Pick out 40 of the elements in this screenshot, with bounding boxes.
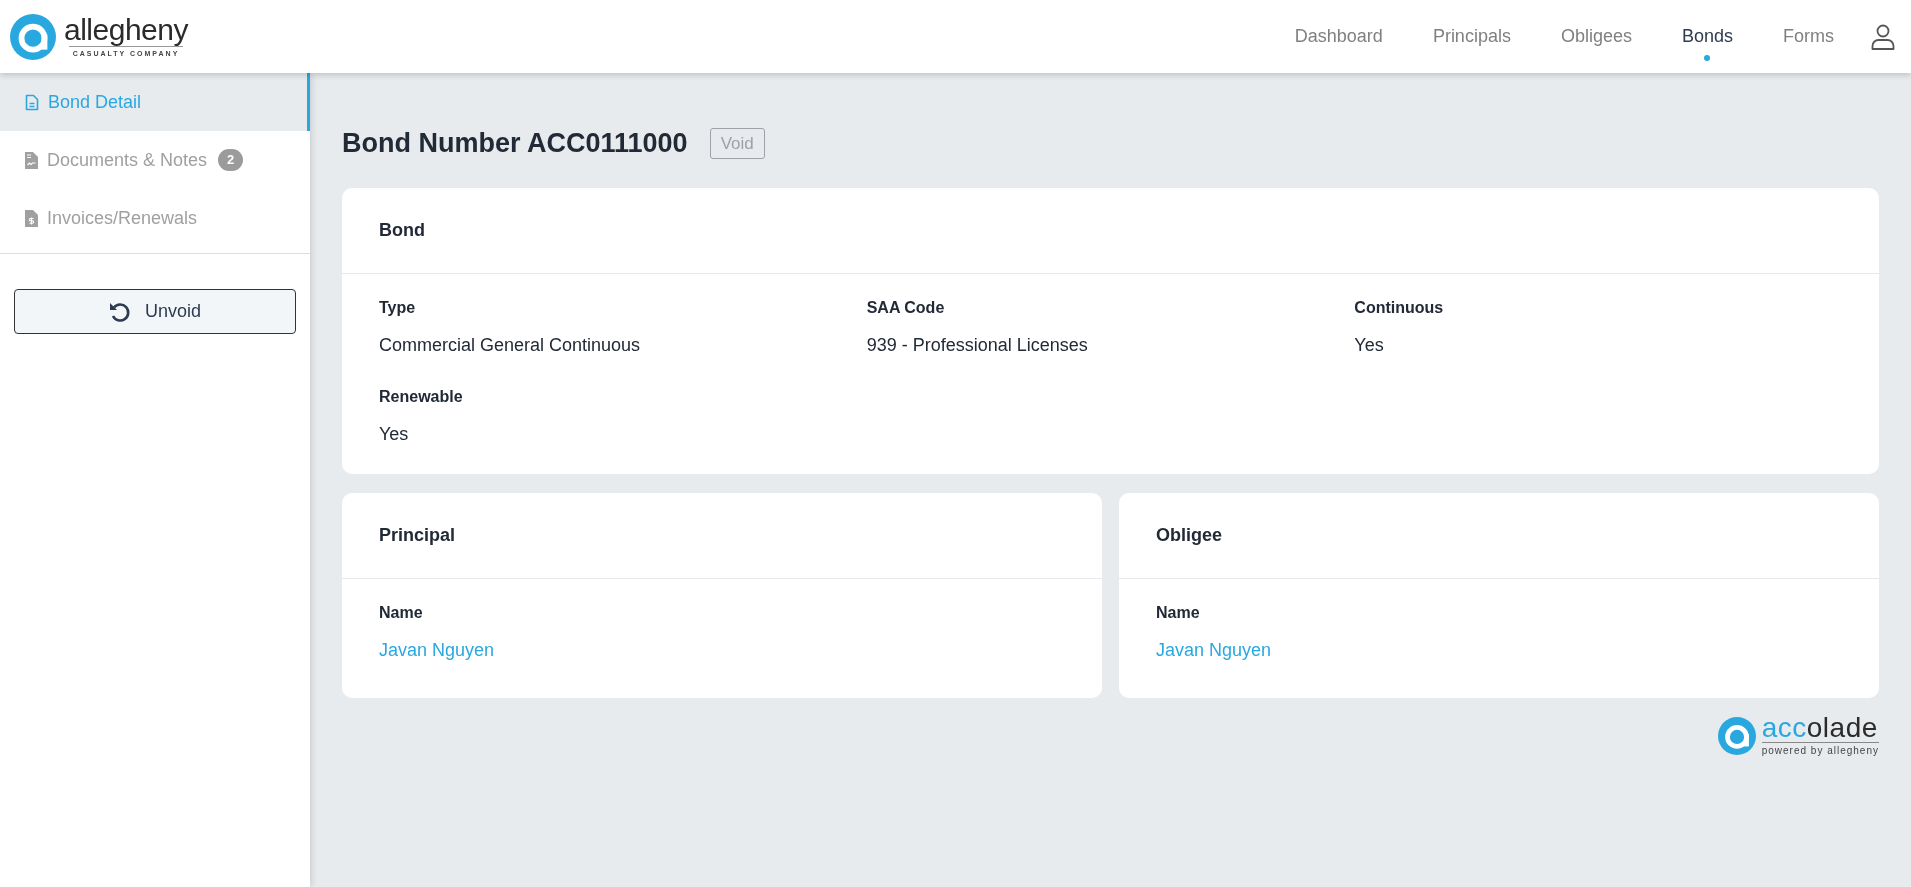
- page-title: Bond Number ACC0111000: [342, 127, 688, 160]
- sidebar-item[interactable]: Invoices/Renewals: [0, 189, 310, 247]
- field-label: Continuous: [1354, 297, 1445, 318]
- brand-logo-icon: [10, 13, 56, 60]
- field-value: Yes: [1354, 333, 1385, 357]
- sidebar-label: Bond Detail: [48, 90, 142, 114]
- invoice-file-icon: [25, 209, 38, 227]
- field-label: Renewable: [379, 386, 464, 407]
- card-title: Obligee: [1119, 492, 1879, 579]
- undo-icon: [109, 300, 131, 323]
- user-icon[interactable]: [1871, 23, 1895, 50]
- party-link[interactable]: Javan Nguyen: [379, 636, 1065, 664]
- brand-name: allegheny: [64, 13, 188, 46]
- field-value: Commercial General Continuous: [379, 333, 642, 357]
- sidebar-label: Invoices/Renewals: [47, 206, 198, 230]
- party-link[interactable]: Javan Nguyen: [1156, 636, 1842, 664]
- field-label: Name: [1156, 602, 1201, 623]
- nav-link[interactable]: Principals: [1407, 0, 1536, 73]
- sidebar-item[interactable]: Documents & Notes 2: [0, 131, 310, 189]
- footer-logo-icon: [1717, 716, 1756, 755]
- field-value: Yes: [379, 422, 410, 446]
- footer-wordmark: accolade: [1761, 713, 1879, 742]
- unvoid-button[interactable]: Unvoid: [14, 289, 296, 334]
- footer-tagline: powered by allegheny: [1761, 741, 1879, 758]
- sidebar-item[interactable]: Bond Detail: [0, 73, 310, 131]
- sidebar-label: Documents & Notes: [47, 148, 208, 172]
- status-badge: Void: [709, 127, 765, 159]
- nav-link[interactable]: Forms: [1758, 0, 1859, 73]
- count-badge: 2: [218, 149, 244, 171]
- nav-link[interactable]: Bonds: [1656, 0, 1758, 73]
- field-label: SAA Code: [866, 297, 946, 318]
- nav-link[interactable]: Obligees: [1535, 0, 1657, 73]
- field-value: 939 - Professional Licenses: [866, 333, 1089, 357]
- nav-link[interactable]: Dashboard: [1269, 0, 1408, 73]
- card-title: Principal: [342, 492, 1102, 579]
- card-title: Bond: [342, 187, 1879, 274]
- document-icon: [25, 93, 39, 111]
- field-label: Name: [379, 602, 424, 623]
- signed-file-icon: [25, 151, 38, 169]
- field-label: Type: [379, 297, 417, 318]
